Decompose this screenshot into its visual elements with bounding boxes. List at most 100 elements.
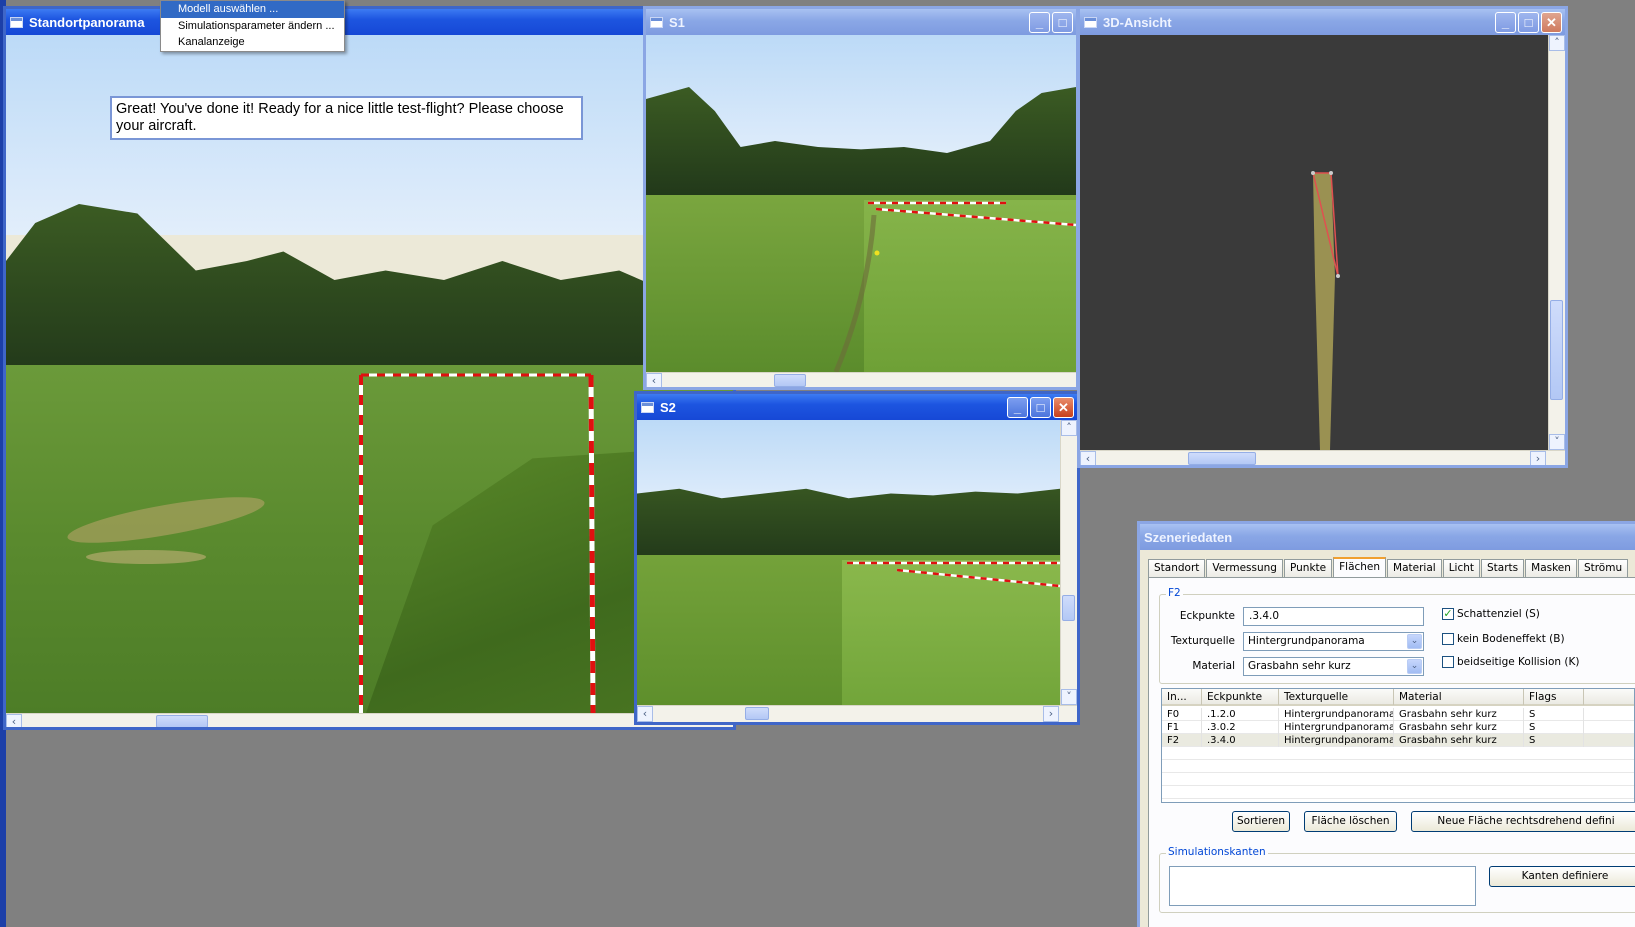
new-face-button[interactable]: Neue Fläche rechtsdrehend defini bbox=[1411, 811, 1635, 832]
tab-licht[interactable]: Licht bbox=[1442, 559, 1481, 577]
tab-vermessung[interactable]: Vermessung bbox=[1206, 559, 1283, 577]
column-header-material[interactable]: Material bbox=[1394, 689, 1524, 705]
delete-face-button[interactable]: Fläche löschen bbox=[1304, 811, 1397, 832]
s2-titlebar[interactable]: S2 _ □ ✕ bbox=[637, 394, 1077, 420]
scene-data-titlebar[interactable]: Szeneriedaten bbox=[1140, 524, 1635, 550]
minimize-button[interactable]: _ bbox=[1495, 12, 1516, 33]
cell-material: Grasbahn sehr kurz bbox=[1394, 721, 1524, 734]
cell-texturquelle: Hintergrundpanorama bbox=[1279, 721, 1394, 734]
close-button[interactable]: ✕ bbox=[1053, 397, 1074, 418]
column-header-eckpunkte[interactable]: Eckpunkte bbox=[1202, 689, 1279, 705]
view3d-hscrollbar[interactable]: ‹ › bbox=[1080, 450, 1565, 465]
scroll-thumb[interactable] bbox=[774, 374, 806, 387]
s1-title: S1 bbox=[669, 14, 685, 30]
tab-stroemung[interactable]: Strömu bbox=[1577, 559, 1629, 577]
s2-window[interactable]: S2 _ □ ✕ ˄ ˅ ‹ › bbox=[634, 391, 1080, 725]
define-edges-button[interactable]: Kanten definiere bbox=[1489, 866, 1635, 887]
table-row[interactable]: F1 .3.0.2 Hintergrundpanorama Grasbahn s… bbox=[1162, 721, 1634, 734]
maximize-button[interactable]: □ bbox=[1052, 12, 1073, 33]
material-select[interactable]: Grasbahn sehr kurz ⌄ bbox=[1243, 657, 1424, 676]
tab-starts[interactable]: Starts bbox=[1481, 559, 1525, 577]
s1-titlebar[interactable]: S1 _ □ bbox=[646, 9, 1076, 35]
close-button[interactable]: ✕ bbox=[1541, 12, 1562, 33]
scroll-thumb[interactable] bbox=[156, 715, 208, 727]
window-icon bbox=[10, 16, 23, 28]
column-header-texturquelle[interactable]: Texturquelle bbox=[1279, 689, 1394, 705]
minimize-button[interactable]: _ bbox=[1029, 12, 1050, 33]
cell-index: F0 bbox=[1162, 708, 1202, 721]
sort-button[interactable]: Sortieren bbox=[1232, 811, 1290, 832]
panorama-titlebar[interactable]: Standortpanorama bbox=[6, 9, 733, 35]
window-icon bbox=[650, 16, 663, 28]
table-row[interactable]: F0 .1.2.0 Hintergrundpanorama Grasbahn s… bbox=[1162, 708, 1634, 721]
checkbox-box bbox=[1442, 633, 1454, 645]
scroll-thumb[interactable] bbox=[1550, 300, 1563, 400]
scroll-up-button[interactable]: ˄ bbox=[1549, 35, 1565, 51]
s2-image[interactable] bbox=[637, 420, 1060, 705]
edges-group-legend: Simulationskanten bbox=[1166, 846, 1268, 858]
scroll-thumb[interactable] bbox=[745, 707, 769, 720]
panorama-hscrollbar[interactable]: ‹ bbox=[6, 713, 733, 727]
maximize-button[interactable]: □ bbox=[1030, 397, 1051, 418]
tab-punkte[interactable]: Punkte bbox=[1283, 559, 1333, 577]
scroll-left-button[interactable]: ‹ bbox=[637, 706, 653, 722]
texturquelle-select[interactable]: Hintergrundpanorama ⌄ bbox=[1243, 632, 1424, 651]
scroll-down-button[interactable]: ˅ bbox=[1549, 434, 1565, 450]
schattenziel-label: Schattenziel (S) bbox=[1457, 608, 1540, 620]
view3d-titlebar[interactable]: 3D-Ansicht _ □ ✕ bbox=[1080, 9, 1565, 35]
panorama-title: Standortpanorama bbox=[29, 14, 145, 30]
cell-flags: S bbox=[1524, 721, 1584, 734]
maximize-button[interactable]: □ bbox=[1518, 12, 1539, 33]
texturquelle-label: Texturquelle bbox=[1170, 635, 1235, 647]
scroll-thumb[interactable] bbox=[1188, 452, 1256, 465]
s1-window[interactable]: S1 _ □ ‹ bbox=[643, 6, 1079, 390]
view3d-window[interactable]: 3D-Ansicht _ □ ✕ ˄ ˅ ‹ › bbox=[1077, 6, 1568, 468]
bodeneffekt-checkbox[interactable]: kein Bodeneffekt (B) bbox=[1442, 633, 1565, 645]
s2-vscrollbar[interactable]: ˄ ˅ bbox=[1060, 420, 1077, 705]
flaechen-tab-page: F2 Eckpunkte .3.4.0 Texturquelle Hinterg… bbox=[1148, 577, 1635, 927]
scene-data-window[interactable]: Szeneriedaten Standort Vermessung Punkte… bbox=[1137, 521, 1635, 927]
s2-hscrollbar[interactable]: ‹ › bbox=[637, 705, 1077, 722]
tab-standort[interactable]: Standort bbox=[1148, 559, 1206, 577]
menu-item-select-model[interactable]: Modell auswählen ... bbox=[161, 1, 344, 18]
combo-arrow-icon[interactable]: ⌄ bbox=[1407, 634, 1422, 649]
scroll-up-button[interactable]: ˄ bbox=[1061, 420, 1077, 436]
s1-hscrollbar[interactable]: ‹ bbox=[646, 372, 1076, 387]
panorama-image[interactable]: Great! You've done it! Ready for a nice … bbox=[6, 35, 733, 713]
kollision-checkbox[interactable]: beidseitige Kollision (K) bbox=[1442, 656, 1579, 668]
scroll-left-button[interactable]: ‹ bbox=[646, 373, 662, 387]
faces-table[interactable]: In... Eckpunkte Texturquelle Material Fl… bbox=[1161, 688, 1635, 803]
cell-flags: S bbox=[1524, 734, 1584, 747]
scroll-down-button[interactable]: ˅ bbox=[1061, 689, 1077, 705]
cell-eckpunkte: .1.2.0 bbox=[1202, 708, 1279, 721]
menu-item-simulation-params[interactable]: Simulationsparameter ändern ... bbox=[161, 18, 344, 35]
table-row-empty bbox=[1162, 773, 1634, 786]
tab-material[interactable]: Material bbox=[1387, 559, 1442, 577]
minimize-button[interactable]: _ bbox=[1007, 397, 1028, 418]
s1-image[interactable] bbox=[646, 35, 1076, 372]
tab-masken[interactable]: Masken bbox=[1525, 559, 1577, 577]
panorama-window[interactable]: Standortpanorama Great! You've done it! … bbox=[3, 6, 736, 730]
face-group-legend: F2 bbox=[1166, 587, 1183, 599]
scroll-left-button[interactable]: ‹ bbox=[1080, 451, 1096, 465]
view3d-canvas[interactable] bbox=[1080, 35, 1548, 450]
panorama-content: Great! You've done it! Ready for a nice … bbox=[6, 35, 733, 727]
column-header-index[interactable]: In... bbox=[1162, 689, 1202, 705]
column-header-flags[interactable]: Flags bbox=[1524, 689, 1584, 705]
scroll-right-button[interactable]: › bbox=[1530, 451, 1546, 465]
combo-arrow-icon[interactable]: ⌄ bbox=[1407, 659, 1422, 674]
table-row-empty bbox=[1162, 786, 1634, 799]
checkbox-box bbox=[1442, 656, 1454, 668]
cell-texturquelle: Hintergrundpanorama bbox=[1279, 708, 1394, 721]
edges-list[interactable] bbox=[1169, 866, 1476, 906]
menu-item-channel-display[interactable]: Kanalanzeige bbox=[161, 34, 344, 51]
schattenziel-checkbox[interactable]: ✓ Schattenziel (S) bbox=[1442, 608, 1540, 620]
view3d-vscrollbar[interactable]: ˄ ˅ bbox=[1548, 35, 1565, 450]
eckpunkte-field[interactable]: .3.4.0 bbox=[1243, 607, 1424, 626]
scroll-right-button[interactable]: › bbox=[1043, 706, 1059, 722]
scroll-thumb[interactable] bbox=[1062, 595, 1075, 621]
scroll-left-button[interactable]: ‹ bbox=[6, 714, 22, 727]
s2-title: S2 bbox=[660, 399, 676, 415]
tab-flaechen[interactable]: Flächen bbox=[1333, 557, 1387, 578]
table-row[interactable]: F2 .3.4.0 Hintergrundpanorama Grasbahn s… bbox=[1162, 734, 1634, 747]
